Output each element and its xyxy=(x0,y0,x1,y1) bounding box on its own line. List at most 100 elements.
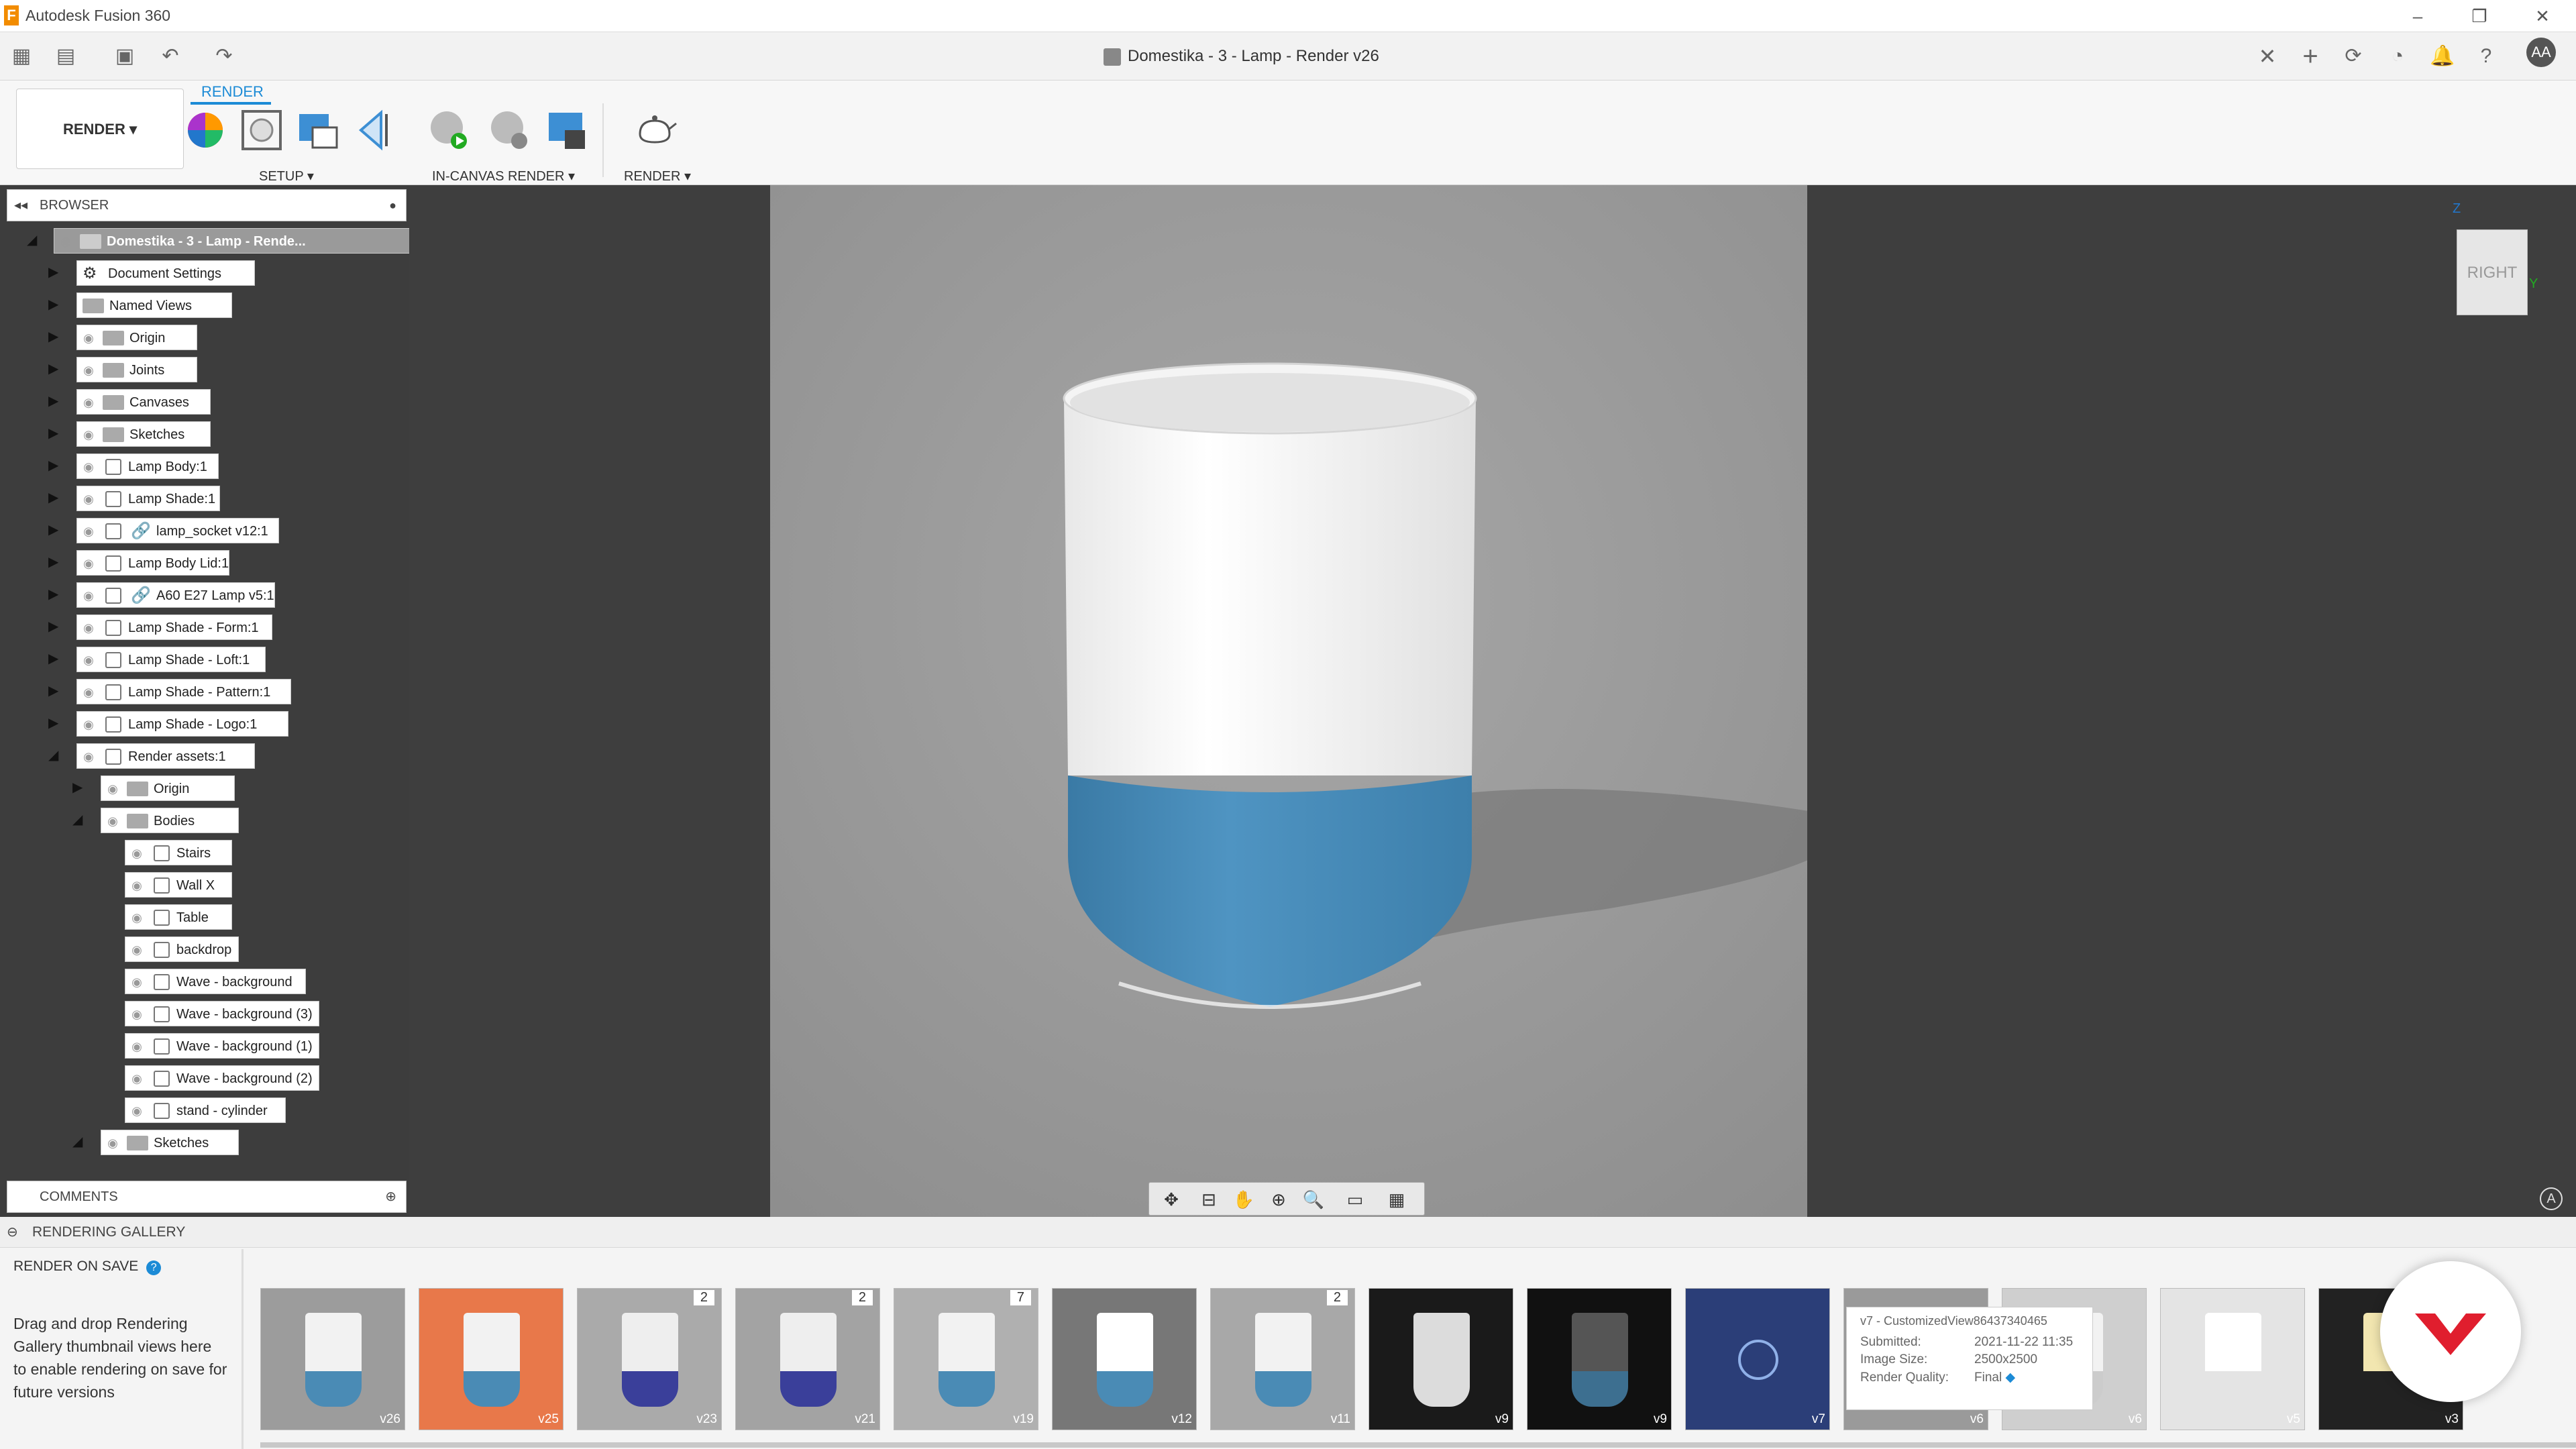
expand-arrow-icon[interactable]: ▶ xyxy=(48,393,64,409)
zoom-icon[interactable]: 🔍 xyxy=(1302,1188,1325,1211)
view-cube[interactable]: RIGHT xyxy=(2457,229,2528,315)
document-tab[interactable]: Domestika - 3 - Lamp - Render v26 xyxy=(1104,32,1379,80)
visibility-eye-icon[interactable]: ◉ xyxy=(54,229,77,253)
capture-image-icon[interactable] xyxy=(545,107,590,153)
expand-arrow-icon[interactable]: ▶ xyxy=(48,651,64,667)
scene-settings-icon[interactable] xyxy=(239,107,284,153)
expand-arrow-icon[interactable]: ▶ xyxy=(48,297,64,313)
new-tab-icon[interactable]: + xyxy=(2298,43,2322,70)
visibility-eye-icon[interactable]: ◉ xyxy=(77,647,100,672)
render-viewport[interactable] xyxy=(770,185,1807,1217)
close-tab-icon[interactable]: ✕ xyxy=(2255,44,2279,68)
tab-render[interactable]: RENDER xyxy=(201,83,264,101)
user-avatar[interactable]: AA xyxy=(2526,38,2556,67)
display-settings-icon[interactable]: ▭ xyxy=(1344,1188,1366,1211)
gallery-thumbnail[interactable]: v23 2 xyxy=(577,1288,722,1430)
visibility-eye-icon[interactable]: ◉ xyxy=(125,937,148,961)
expand-arrow-icon[interactable]: ▶ xyxy=(48,264,64,280)
setup-group-label[interactable]: SETUP ▾ xyxy=(259,168,314,184)
render-teapot-icon[interactable] xyxy=(632,107,678,153)
visibility-eye-icon[interactable]: ◉ xyxy=(77,551,100,575)
rendering-gallery-header[interactable]: ⊖ RENDERING GALLERY xyxy=(0,1217,2576,1248)
render-group-label[interactable]: RENDER ▾ xyxy=(624,168,691,184)
visibility-eye-icon[interactable]: ◉ xyxy=(101,776,124,800)
visibility-eye-icon[interactable]: ◉ xyxy=(125,905,148,929)
visibility-eye-icon[interactable]: ◉ xyxy=(125,1034,148,1058)
visibility-eye-icon[interactable]: ◉ xyxy=(77,680,100,704)
gallery-thumbnail[interactable]: v9 xyxy=(1527,1288,1672,1430)
expand-arrow-icon[interactable]: ▶ xyxy=(48,522,64,538)
gallery-thumbnail[interactable]: v19 7 xyxy=(894,1288,1038,1430)
visibility-eye-icon[interactable]: ◉ xyxy=(77,744,100,768)
autodesk-badge-icon[interactable]: A xyxy=(2540,1187,2563,1210)
info-icon[interactable]: ? xyxy=(146,1260,162,1275)
help-icon[interactable]: ? xyxy=(2474,44,2498,68)
gallery-thumbnail[interactable]: v12 xyxy=(1052,1288,1197,1430)
collapse-arrow-icon[interactable]: ◢ xyxy=(72,1134,89,1150)
workspace-selector[interactable]: RENDER ▾ xyxy=(16,89,184,169)
expand-arrow-icon[interactable]: ▶ xyxy=(48,586,64,602)
file-menu-icon[interactable]: ▤ xyxy=(54,44,78,68)
visibility-eye-icon[interactable]: ◉ xyxy=(77,422,100,446)
visibility-eye-icon[interactable]: ◉ xyxy=(77,712,100,736)
job-status-icon[interactable]: ◔ xyxy=(2385,44,2410,68)
decal-icon[interactable] xyxy=(352,107,397,153)
gallery-thumbnail[interactable]: v11 2 xyxy=(1210,1288,1355,1430)
gallery-scrollbar[interactable] xyxy=(260,1442,2576,1448)
add-comment-icon[interactable]: ⊕ xyxy=(385,1181,396,1212)
extensions-icon[interactable]: ⟳ xyxy=(2341,44,2365,68)
pan-hand-icon[interactable]: ✋ xyxy=(1232,1188,1255,1211)
visibility-eye-icon[interactable]: ◉ xyxy=(125,1066,148,1090)
save-icon[interactable]: ▣ xyxy=(113,44,137,68)
collapse-arrow-icon[interactable]: ◢ xyxy=(72,812,89,828)
expand-arrow-icon[interactable]: ▶ xyxy=(48,683,64,699)
expand-arrow-icon[interactable]: ▶ xyxy=(48,425,64,441)
collapse-arrow-icon[interactable]: ◢ xyxy=(27,232,43,248)
look-at-icon[interactable]: ⊟ xyxy=(1197,1188,1220,1211)
visibility-eye-icon[interactable]: ◉ xyxy=(77,519,100,543)
gallery-thumbnail[interactable]: v9 xyxy=(1368,1288,1513,1430)
visibility-eye-icon[interactable]: ◉ xyxy=(77,325,100,350)
visibility-eye-icon[interactable]: ◉ xyxy=(125,841,148,865)
gallery-thumbnail[interactable]: v25 xyxy=(419,1288,564,1430)
close-window-button[interactable]: ✕ xyxy=(2529,4,2556,28)
collapse-gallery-icon[interactable]: ⊖ xyxy=(7,1217,18,1248)
browser-options-icon[interactable]: ● xyxy=(389,190,396,221)
expand-arrow-icon[interactable]: ▶ xyxy=(48,715,64,731)
gallery-thumbnail[interactable]: v5 xyxy=(2160,1288,2305,1430)
visibility-eye-icon[interactable]: ◉ xyxy=(125,873,148,897)
expand-arrow-icon[interactable]: ▶ xyxy=(48,329,64,345)
appearance-icon[interactable] xyxy=(182,107,228,153)
expand-arrow-icon[interactable]: ▶ xyxy=(48,458,64,474)
in-canvas-settings-icon[interactable] xyxy=(487,107,533,153)
visibility-eye-icon[interactable]: ◉ xyxy=(101,1130,124,1155)
in-canvas-render-icon[interactable] xyxy=(427,107,472,153)
expand-arrow-icon[interactable]: ▶ xyxy=(48,619,64,635)
visibility-eye-icon[interactable]: ◉ xyxy=(77,358,100,382)
data-panel-grid-icon[interactable]: ▦ xyxy=(9,44,34,68)
expand-arrow-icon[interactable]: ▶ xyxy=(48,361,64,377)
visibility-eye-icon[interactable]: ◉ xyxy=(125,1002,148,1026)
collapse-arrow-icon[interactable]: ◢ xyxy=(48,747,64,763)
expand-arrow-icon[interactable]: ▶ xyxy=(72,780,89,796)
grid-settings-icon[interactable]: ▦ xyxy=(1385,1188,1408,1211)
collapse-panel-icon[interactable]: ◂◂ xyxy=(14,190,28,221)
undo-icon[interactable]: ↶ xyxy=(158,44,182,68)
minimize-button[interactable]: – xyxy=(2404,4,2431,28)
gallery-thumbnail[interactable]: v21 2 xyxy=(735,1288,880,1430)
expand-arrow-icon[interactable]: ▶ xyxy=(48,554,64,570)
comments-panel[interactable]: COMMENTS ⊕ xyxy=(7,1181,407,1213)
gallery-thumbnail[interactable]: v26 xyxy=(260,1288,405,1430)
notifications-icon[interactable]: 🔔 xyxy=(2430,44,2455,68)
visibility-eye-icon[interactable]: ◉ xyxy=(101,808,124,833)
visibility-eye-icon[interactable]: ◉ xyxy=(77,454,100,478)
browser-header[interactable]: ◂◂ BROWSER ● xyxy=(7,189,407,221)
visibility-eye-icon[interactable]: ◉ xyxy=(125,969,148,994)
restore-button[interactable]: ❐ xyxy=(2466,4,2493,28)
visibility-eye-icon[interactable]: ◉ xyxy=(77,486,100,511)
zoom-window-icon[interactable]: ⊕ xyxy=(1267,1188,1290,1211)
visibility-eye-icon[interactable]: ◉ xyxy=(77,390,100,414)
in-canvas-render-group-label[interactable]: IN-CANVAS RENDER ▾ xyxy=(432,168,575,184)
visibility-eye-icon[interactable]: ◉ xyxy=(125,1098,148,1122)
gallery-thumbnail[interactable]: v7 xyxy=(1685,1288,1830,1430)
